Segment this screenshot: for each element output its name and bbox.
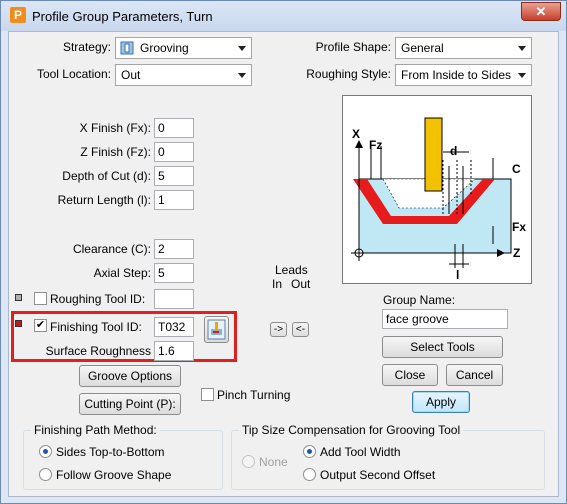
- tip-size-title: Tip Size Compensation for Grooving Tool: [239, 423, 464, 437]
- leads-out-label: Out: [291, 277, 311, 291]
- groove-diagram-svg: [351, 117, 512, 268]
- profile-shape-value: General: [401, 41, 444, 55]
- group-name-label: Group Name:: [383, 293, 456, 307]
- tool-location-select[interactable]: Out: [115, 64, 252, 86]
- lead-out-button[interactable]: <-: [292, 322, 309, 337]
- z-finish-label: Z Finish (Fz):: [80, 145, 151, 159]
- finishing-color-swatch: [15, 320, 22, 327]
- groove-options-button[interactable]: Groove Options: [79, 365, 181, 387]
- diagram-fx-label: Fx: [512, 220, 527, 234]
- roughing-tool-label: Roughing Tool ID:: [50, 292, 146, 306]
- add-tool-width-label: Add Tool Width: [320, 445, 401, 459]
- chevron-down-icon: [518, 73, 526, 78]
- clearance-field[interactable]: 2: [154, 239, 194, 259]
- window-title: Profile Group Parameters, Turn: [32, 9, 213, 24]
- none-label: None: [259, 455, 288, 469]
- tool-location-label: Tool Location:: [36, 67, 111, 81]
- follow-groove-shape-label: Follow Groove Shape: [56, 468, 172, 482]
- cancel-button[interactable]: Cancel: [446, 364, 503, 386]
- close-button[interactable]: Close: [382, 364, 438, 386]
- follow-groove-shape-radio[interactable]: [39, 468, 52, 481]
- x-finish-field[interactable]: 0: [154, 118, 194, 138]
- app-icon: P: [10, 7, 26, 23]
- tool-location-value: Out: [121, 68, 141, 82]
- z-finish-field[interactable]: 0: [154, 142, 194, 162]
- diagram-d-label: d: [450, 144, 458, 158]
- select-tools-button[interactable]: Select Tools: [382, 336, 503, 358]
- cutting-point-button[interactable]: Cutting Point (P):: [79, 393, 181, 415]
- clearance-label: Clearance (C):: [72, 242, 151, 256]
- pinch-turning-label: Pinch Turning: [217, 388, 291, 402]
- axial-step-label: Axial Step:: [93, 266, 151, 280]
- group-name-field[interactable]: face groove: [382, 309, 508, 329]
- strategy-label: Strategy:: [62, 40, 111, 54]
- tool-mark: [424, 117, 443, 192]
- finishing-path-title: Finishing Path Method:: [31, 423, 160, 437]
- strategy-select[interactable]: Grooving: [115, 37, 252, 59]
- chevron-down-icon: [518, 46, 526, 51]
- title-bar[interactable]: P Profile Group Parameters, Turn ✕: [1, 1, 566, 31]
- sides-top-to-bottom-radio[interactable]: [39, 445, 52, 458]
- sides-top-to-bottom-label: Sides Top-to-Bottom: [56, 445, 165, 459]
- x-finish-label: X Finish (Fx):: [79, 121, 151, 135]
- axial-step-field[interactable]: 5: [154, 263, 194, 283]
- roughing-tool-checkbox[interactable]: [34, 292, 47, 305]
- roughing-tool-field[interactable]: [154, 289, 194, 309]
- chevron-down-icon: [238, 73, 246, 78]
- grooving-icon: [120, 41, 134, 55]
- roughing-color-swatch: [15, 294, 22, 301]
- return-length-field[interactable]: 1: [154, 190, 194, 210]
- tool-picker-button[interactable]: [204, 316, 229, 343]
- output-second-offset-radio[interactable]: [303, 468, 316, 481]
- surface-roughness-field[interactable]: 1.6: [154, 341, 194, 361]
- surface-roughness-label: Surface Roughness: [45, 344, 151, 358]
- diagram-z-label: Z: [513, 246, 521, 260]
- add-tool-width-radio[interactable]: [303, 445, 316, 458]
- none-radio[interactable]: [242, 455, 255, 468]
- roughing-style-value: From Inside to Sides: [401, 68, 512, 82]
- diagram-x-label: X: [352, 127, 361, 141]
- finishing-tool-label: Finishing Tool ID:: [50, 320, 142, 334]
- diagram-l-label: l: [456, 268, 460, 282]
- leads-title: Leads: [275, 263, 308, 277]
- lead-in-button[interactable]: ->: [270, 322, 287, 337]
- profile-shape-label: Profile Shape:: [315, 40, 391, 54]
- profile-shape-select[interactable]: General: [395, 37, 532, 59]
- finishing-path-group: Finishing Path Method: Sides Top-to-Bott…: [23, 423, 223, 490]
- output-second-offset-label: Output Second Offset: [320, 468, 436, 482]
- depth-of-cut-label: Depth of Cut (d):: [62, 169, 151, 183]
- diagram-c-label: C: [512, 162, 521, 176]
- roughing-style-label: Roughing Style:: [306, 67, 391, 81]
- tool-picker-icon: [207, 319, 226, 343]
- diagram-fz-label: Fz: [369, 138, 383, 152]
- apply-button[interactable]: Apply: [412, 391, 470, 413]
- strategy-value: Grooving: [140, 41, 189, 55]
- finishing-tool-field[interactable]: T032: [154, 317, 194, 337]
- dialog-window: P Profile Group Parameters, Turn ✕ Strat…: [0, 0, 567, 504]
- groove-diagram: X Fz d C Fx Z l: [342, 95, 532, 284]
- tip-size-group: Tip Size Compensation for Grooving Tool …: [231, 423, 545, 490]
- dialog-body: Strategy: Grooving Tool Location: Out Pr…: [8, 31, 559, 497]
- roughing-style-select[interactable]: From Inside to Sides: [395, 64, 532, 86]
- chevron-down-icon: [238, 46, 246, 51]
- return-length-label: Return Length (l):: [57, 193, 151, 207]
- leads-in-label: In: [272, 277, 283, 291]
- close-window-button[interactable]: ✕: [521, 2, 561, 21]
- depth-of-cut-field[interactable]: 5: [154, 166, 194, 186]
- close-icon: ✕: [535, 4, 547, 19]
- pinch-turning-checkbox[interactable]: [201, 388, 214, 401]
- finishing-tool-checkbox[interactable]: ✔: [34, 319, 47, 332]
